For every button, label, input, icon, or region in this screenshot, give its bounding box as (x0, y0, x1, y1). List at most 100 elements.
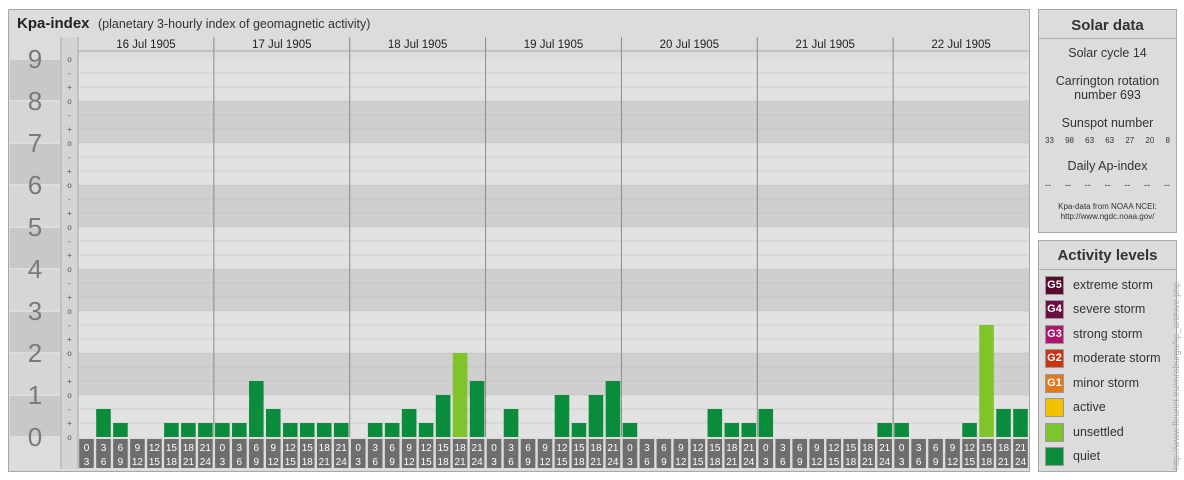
hour-label-end: 3 (355, 457, 361, 468)
activity-levels-panel: Activity levels G5 extreme storm G4 seve… (1038, 240, 1177, 472)
ap-index-values: -- -- -- -- -- -- -- (1039, 180, 1176, 190)
hour-label-start: 0 (355, 443, 361, 454)
hour-label-end: 21 (726, 457, 738, 468)
hour-label-end: 9 (797, 457, 803, 468)
hour-label-start: 15 (981, 443, 993, 454)
hour-label-end: 6 (508, 457, 514, 468)
sunspot-values: 33 98 63 63 27 20 8 (1039, 136, 1176, 145)
legend-label: minor storm (1073, 376, 1139, 390)
hour-label-end: 15 (556, 457, 568, 468)
hour-label-end: 15 (828, 457, 840, 468)
hour-label-end: 12 (404, 457, 416, 468)
legend-swatch (1045, 397, 1064, 417)
kp-bar (758, 408, 774, 437)
ap-value: -- (1084, 180, 1091, 190)
legend-item-g5: G5 extreme storm (1045, 275, 1153, 295)
sunspot-value: 63 (1085, 136, 1095, 145)
minor-tick-label: - (68, 363, 71, 372)
hour-label-start: 12 (828, 443, 840, 454)
hour-label-start: 0 (763, 443, 769, 454)
day-label: 22 Jul 1905 (931, 39, 990, 51)
hour-label-end: 9 (118, 457, 124, 468)
hour-label-start: 6 (389, 443, 395, 454)
level-band (78, 101, 1029, 143)
legend-label: strong storm (1073, 327, 1143, 341)
minor-tick-label: o (67, 139, 72, 148)
minor-tick-label: - (68, 405, 71, 414)
legend-swatch (1045, 446, 1064, 466)
hour-label-start: 0 (491, 443, 497, 454)
hour-label-start: 0 (84, 443, 90, 454)
hour-label-start: 18 (862, 443, 874, 454)
hour-label-start: 15 (166, 443, 178, 454)
y-tick-label: 1 (28, 380, 42, 410)
ap-value: -- (1163, 180, 1170, 190)
legend-swatch (1045, 422, 1064, 442)
hour-label-end: 6 (916, 457, 922, 468)
kp-bar (435, 395, 451, 437)
ap-index-heading: Daily Ap-index (1067, 159, 1148, 173)
hour-label-start: 3 (237, 443, 243, 454)
sunspot-value: 8 (1165, 136, 1170, 145)
hour-label-end: 18 (709, 457, 721, 468)
kp-bar (588, 395, 604, 437)
hour-label-end: 9 (525, 457, 531, 468)
hour-label-start: 0 (220, 443, 226, 454)
hour-label-start: 9 (271, 443, 277, 454)
minor-tick-label: o (67, 349, 72, 358)
sunspot-heading: Sunspot number (1061, 116, 1154, 130)
hour-label-start: 21 (200, 443, 212, 454)
minor-tick-label: + (67, 335, 72, 344)
kp-bar (384, 423, 400, 437)
hour-label-start: 3 (644, 443, 650, 454)
level-band (78, 353, 1029, 395)
hour-label-end: 12 (947, 457, 959, 468)
kp-bar (452, 353, 468, 437)
minor-tick-label: o (67, 181, 72, 190)
sunspot-value: 27 (1125, 136, 1135, 145)
minor-tick-label: + (67, 83, 72, 92)
kp-bar (503, 408, 519, 437)
legend-item-g1: G1 minor storm (1045, 373, 1139, 393)
hour-label-start: 18 (590, 443, 602, 454)
y-tick-label: 4 (28, 254, 42, 284)
y-tick-label: 2 (28, 338, 42, 368)
hour-label-end: 9 (389, 457, 395, 468)
hour-label-end: 12 (132, 457, 144, 468)
minor-tick-label: o (67, 307, 72, 316)
kp-bar (164, 423, 179, 437)
hour-label-start: 3 (780, 443, 786, 454)
minor-tick-label: - (68, 69, 71, 78)
hour-label-start: 12 (285, 443, 297, 454)
hour-label-start: 3 (372, 443, 378, 454)
kp-bar (266, 408, 281, 437)
kp-bar (181, 423, 196, 437)
divider (1039, 38, 1176, 39)
legend-item-unsettled: unsettled (1045, 422, 1124, 442)
hour-label-start: 21 (879, 443, 891, 454)
credit-url: http://www.fleuriet.eu/mraburgo/kp_archi… (1171, 282, 1181, 470)
legend-item-g2: G2 moderate storm (1045, 348, 1161, 368)
hour-label-end: 15 (149, 457, 161, 468)
y-tick-label: 3 (28, 296, 42, 326)
y-tick-label: 8 (28, 86, 42, 116)
y-tick-label: 7 (28, 128, 42, 158)
hour-label-end: 15 (692, 457, 704, 468)
hour-label-end: 18 (573, 457, 585, 468)
kp-bar (316, 423, 332, 437)
legend-swatch: G5 (1045, 275, 1064, 295)
hour-label-end: 15 (285, 457, 297, 468)
minor-tick-label: - (68, 321, 71, 330)
hour-label-end: 18 (302, 457, 314, 468)
credit-text: http://www.fleuriet.eu/mraburgo/kp_archi… (1171, 282, 1181, 470)
divider (1039, 269, 1176, 270)
hour-label-end: 21 (455, 457, 467, 468)
hour-label-start: 3 (508, 443, 514, 454)
hour-label-start: 18 (726, 443, 738, 454)
sunspot-value: 63 (1105, 136, 1115, 145)
legend-item-quiet: quiet (1045, 446, 1100, 466)
minor-tick-label: + (67, 125, 72, 134)
hour-label-end: 24 (200, 457, 212, 468)
minor-tick-label: + (67, 251, 72, 260)
hour-label-start: 18 (319, 443, 331, 454)
